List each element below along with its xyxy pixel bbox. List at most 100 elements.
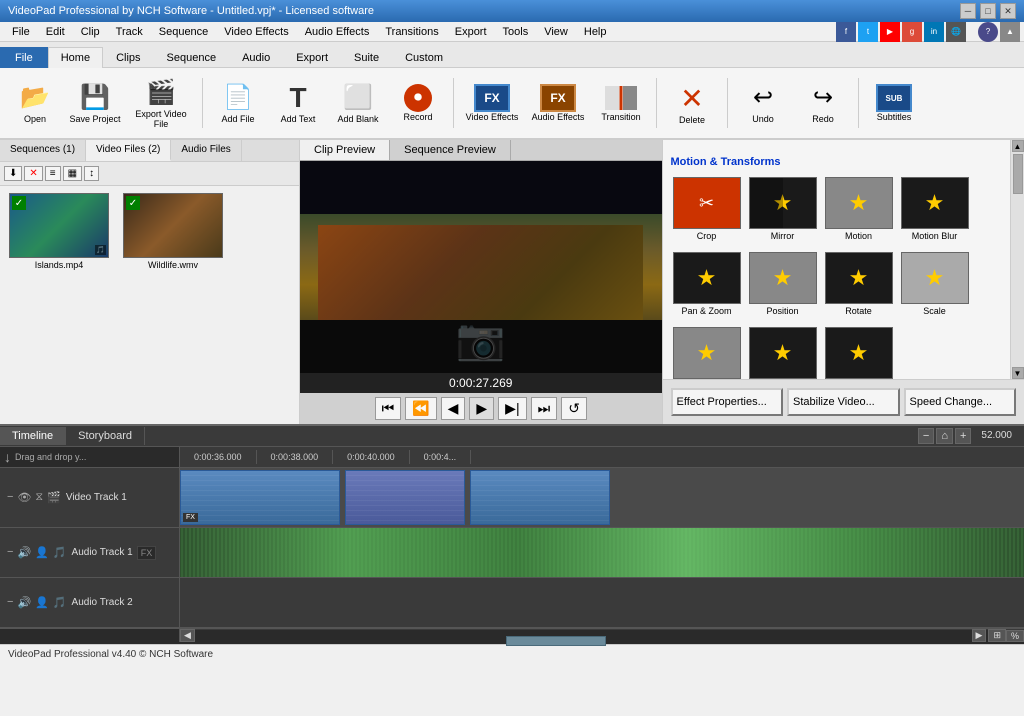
add-file-button[interactable]: 📄 Add File (209, 73, 267, 133)
track-clip-3[interactable] (470, 470, 610, 525)
track-clip-1[interactable]: FX (180, 470, 340, 525)
tab-sequence[interactable]: Sequence (154, 47, 230, 68)
menu-track[interactable]: Track (108, 24, 151, 40)
effect-zoom[interactable]: ★ Zoom (823, 324, 895, 379)
tab-audio[interactable]: Audio (229, 47, 283, 68)
tab-sequences[interactable]: Sequences (1) (0, 140, 86, 161)
file-sort-button[interactable]: ↕ (84, 166, 99, 181)
play-next-button[interactable]: ▶| (498, 397, 526, 420)
transition-button[interactable]: Transition (592, 73, 650, 133)
stabilize-video-button[interactable]: Stabilize Video... (787, 388, 900, 416)
file-import-button[interactable]: ⬇ (4, 166, 22, 181)
scroll-left-button[interactable]: ◀ (180, 629, 195, 642)
loop-button[interactable]: ↺ (561, 397, 587, 420)
track-anim-icon[interactable]: 🎬 (46, 490, 62, 505)
track-content-video-1[interactable]: FX (180, 468, 1024, 527)
file-grid-view-button[interactable]: ▦ (63, 166, 82, 181)
tab-suite[interactable]: Suite (341, 47, 392, 68)
menu-clip[interactable]: Clip (73, 24, 108, 40)
timeline-zoom-out[interactable]: − (918, 428, 934, 444)
tab-clip-preview[interactable]: Clip Preview (300, 140, 390, 160)
effects-scrollbar[interactable]: ▲ ▼ (1010, 140, 1024, 379)
scroll-thumb[interactable] (1013, 154, 1023, 194)
tab-timeline[interactable]: Timeline (0, 427, 66, 445)
effect-motion[interactable]: ★ Motion (823, 174, 895, 245)
record-button[interactable]: ⏺ Record (389, 73, 447, 133)
subtitles-button[interactable]: SUB Subtitles (865, 73, 923, 133)
tab-custom[interactable]: Custom (392, 47, 456, 68)
track-person-icon[interactable]: 👤 (34, 545, 50, 560)
menu-edit[interactable]: Edit (38, 24, 73, 40)
menu-file[interactable]: File (4, 24, 38, 40)
open-button[interactable]: 📂 Open (6, 73, 64, 133)
scroll-down-button[interactable]: ▼ (1012, 367, 1024, 379)
track-solo-icon[interactable]: 👁 (16, 490, 32, 505)
web-icon[interactable]: 🌐 (946, 22, 966, 42)
undo-button[interactable]: ↩ Undo (734, 73, 792, 133)
zoom-percent-button[interactable]: % (1006, 630, 1024, 642)
export-video-button[interactable]: 🎬 Export Video File (126, 73, 196, 133)
scrollbar-track[interactable]: ◀ ▶ ⊞ % (180, 630, 1024, 642)
menu-export[interactable]: Export (447, 24, 495, 40)
effect-split-screen[interactable]: ★ Split Screen (747, 324, 819, 379)
video-effects-button[interactable]: FX Video Effects (460, 73, 524, 133)
minimize-button[interactable]: ─ (960, 3, 976, 19)
youtube-icon[interactable]: ▶ (880, 22, 900, 42)
save-project-button[interactable]: 💾 Save Project (66, 73, 124, 133)
track-content-audio-2[interactable] (180, 578, 1024, 627)
menu-transitions[interactable]: Transitions (377, 24, 446, 40)
effect-shake[interactable]: ★ Shake (671, 324, 743, 379)
effect-properties-button[interactable]: Effect Properties... (671, 388, 784, 416)
menu-view[interactable]: View (536, 24, 576, 40)
track-solo-audio-icon[interactable]: 🔊 (16, 545, 32, 560)
timeline-zoom-in[interactable]: + (955, 428, 971, 444)
expand-icon[interactable]: ▲ (1000, 22, 1020, 42)
linkedin-icon[interactable]: in (924, 22, 944, 42)
add-blank-button[interactable]: ⬜ Add Blank (329, 73, 387, 133)
file-delete-button[interactable]: ✕ (24, 166, 42, 181)
scroll-right-button[interactable]: ▶ (972, 629, 987, 642)
tab-video-files[interactable]: Video Files (2) (86, 140, 171, 161)
redo-button[interactable]: ↪ Redo (794, 73, 852, 133)
tab-clips[interactable]: Clips (103, 47, 153, 68)
play-back-button[interactable]: ◀ (441, 397, 466, 420)
track-headphones-icon[interactable]: 🎵 (52, 545, 68, 560)
effect-scale[interactable]: ★ Scale (899, 249, 971, 320)
menu-video-effects[interactable]: Video Effects (216, 24, 296, 40)
timeline-home[interactable]: ⌂ (936, 428, 953, 444)
play-last-button[interactable]: ⏭ (531, 397, 558, 420)
file-item-islands[interactable]: ✓ 🎵 Islands.mp4 (4, 190, 114, 420)
help-icon[interactable]: ? (978, 22, 998, 42)
track-headphones2-icon[interactable]: 🎵 (52, 595, 68, 610)
close-button[interactable]: ✕ (1000, 3, 1016, 19)
audio-effects-button[interactable]: FX Audio Effects (526, 73, 590, 133)
tab-sequence-preview[interactable]: Sequence Preview (390, 140, 511, 160)
zoom-fit-button[interactable]: ⊞ (988, 629, 1006, 642)
gplus-icon[interactable]: g (902, 22, 922, 42)
tab-file[interactable]: File (0, 47, 48, 68)
menu-help[interactable]: Help (576, 24, 615, 40)
track-person2-icon[interactable]: 👤 (34, 595, 50, 610)
effect-rotate[interactable]: ★ Rotate (823, 249, 895, 320)
scroll-up-button[interactable]: ▲ (1012, 140, 1024, 152)
file-list-view-button[interactable]: ≡ (45, 166, 61, 181)
play-first-button[interactable]: ⏮ (375, 397, 402, 420)
tab-storyboard[interactable]: Storyboard (66, 427, 145, 445)
track-clip-2[interactable] (345, 470, 465, 525)
speed-change-button[interactable]: Speed Change... (904, 388, 1017, 416)
effect-position[interactable]: ★ Position (747, 249, 819, 320)
add-text-button[interactable]: T Add Text (269, 73, 327, 133)
track-mute-audio-icon[interactable]: − (6, 545, 14, 560)
effect-pan-zoom[interactable]: ★ Pan & Zoom (671, 249, 743, 320)
twitter-icon[interactable]: t (858, 22, 878, 42)
effect-crop[interactable]: ✂ Crop (671, 174, 743, 245)
maximize-button[interactable]: □ (980, 3, 996, 19)
track-mute-icon[interactable]: − (6, 490, 14, 505)
delete-button[interactable]: ✕ Delete (663, 73, 721, 133)
effect-motion-blur[interactable]: ★ Motion Blur (899, 174, 971, 245)
menu-tools[interactable]: Tools (495, 24, 537, 40)
audio-fx-badge[interactable]: FX (137, 546, 157, 560)
menu-sequence[interactable]: Sequence (151, 24, 217, 40)
tab-export[interactable]: Export (283, 47, 341, 68)
tab-home[interactable]: Home (48, 47, 103, 68)
